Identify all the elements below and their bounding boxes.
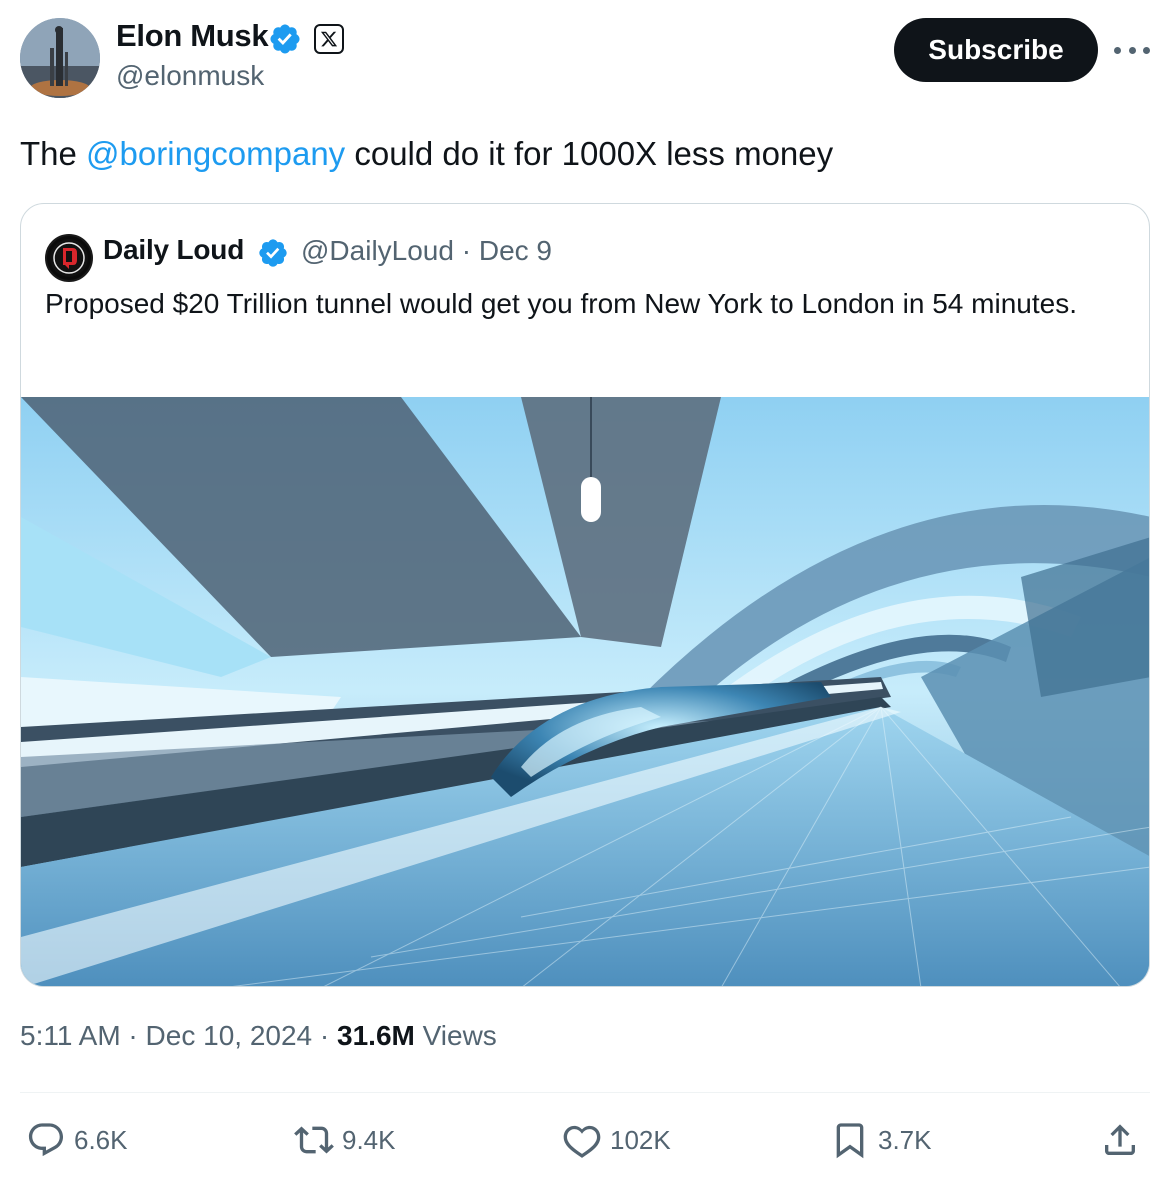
author-handle[interactable]: @elonmusk <box>116 60 264 92</box>
repost-button[interactable]: 9.4K <box>294 1116 396 1164</box>
like-count: 102K <box>610 1124 671 1155</box>
tweet-meta: 5:11 AM · Dec 10, 2024 · 31.6M Views <box>20 1020 497 1052</box>
tunnel-illustration <box>21 397 1149 986</box>
tweet-text: The @boringcompany could do it for 1000X… <box>20 132 833 176</box>
quote-separator: · <box>453 235 479 266</box>
quote-author-handle-and-date: @DailyLoud · Dec 9 <box>301 235 552 267</box>
repost-icon <box>294 1126 334 1154</box>
views-label: Views <box>414 1020 497 1051</box>
more-dot <box>1114 46 1121 54</box>
quote-text: Proposed $20 Trillion tunnel would get y… <box>45 288 1077 319</box>
mention-link[interactable]: @boringcompany <box>86 135 345 172</box>
heart-icon <box>563 1125 601 1158</box>
bookmark-button[interactable]: 3.7K <box>830 1116 932 1164</box>
share-button[interactable] <box>1100 1116 1148 1164</box>
reply-icon <box>28 1123 64 1157</box>
more-dot <box>1143 46 1150 54</box>
x-logo-icon <box>314 24 344 54</box>
quoted-tweet-card[interactable]: Daily Loud @DailyLoud · Dec 9 Proposed $… <box>20 203 1150 987</box>
daily-loud-logo <box>50 239 88 277</box>
author-display-name[interactable]: Elon Musk <box>116 18 269 54</box>
more-icon[interactable] <box>1114 36 1150 64</box>
tweet-text-suffix: could do it for 1000X less money <box>345 135 834 172</box>
verified-badge-icon <box>259 239 287 267</box>
bookmark-icon <box>836 1123 864 1159</box>
tweet-time[interactable]: 5:11 AM <box>20 1020 121 1051</box>
rocket-launch-avatar <box>20 18 100 98</box>
verified-badge-icon <box>270 24 300 54</box>
quote-date[interactable]: Dec 9 <box>479 235 552 266</box>
quote-author-avatar[interactable] <box>45 234 93 282</box>
repost-count: 9.4K <box>342 1124 396 1155</box>
bookmark-count: 3.7K <box>878 1124 932 1155</box>
views-count: 31.6M <box>337 1020 415 1051</box>
hyperloop-tunnel-image[interactable] <box>21 397 1149 986</box>
meta-separator: · <box>312 1020 338 1051</box>
tweet-text-prefix: The <box>20 135 87 172</box>
quote-handle[interactable]: @DailyLoud <box>301 235 454 266</box>
divider <box>20 1092 1150 1093</box>
quote-author-name[interactable]: Daily Loud <box>103 234 244 266</box>
more-dot <box>1128 46 1136 54</box>
author-avatar[interactable] <box>20 18 100 98</box>
like-button[interactable]: 102K <box>562 1116 671 1164</box>
reply-button[interactable]: 6.6K <box>26 1116 128 1164</box>
meta-separator: · <box>120 1020 146 1051</box>
share-icon <box>1105 1124 1135 1155</box>
tweet-date[interactable]: Dec 10, 2024 <box>146 1020 313 1051</box>
subscribe-button[interactable]: Subscribe <box>894 18 1098 82</box>
reply-count: 6.6K <box>74 1124 128 1155</box>
